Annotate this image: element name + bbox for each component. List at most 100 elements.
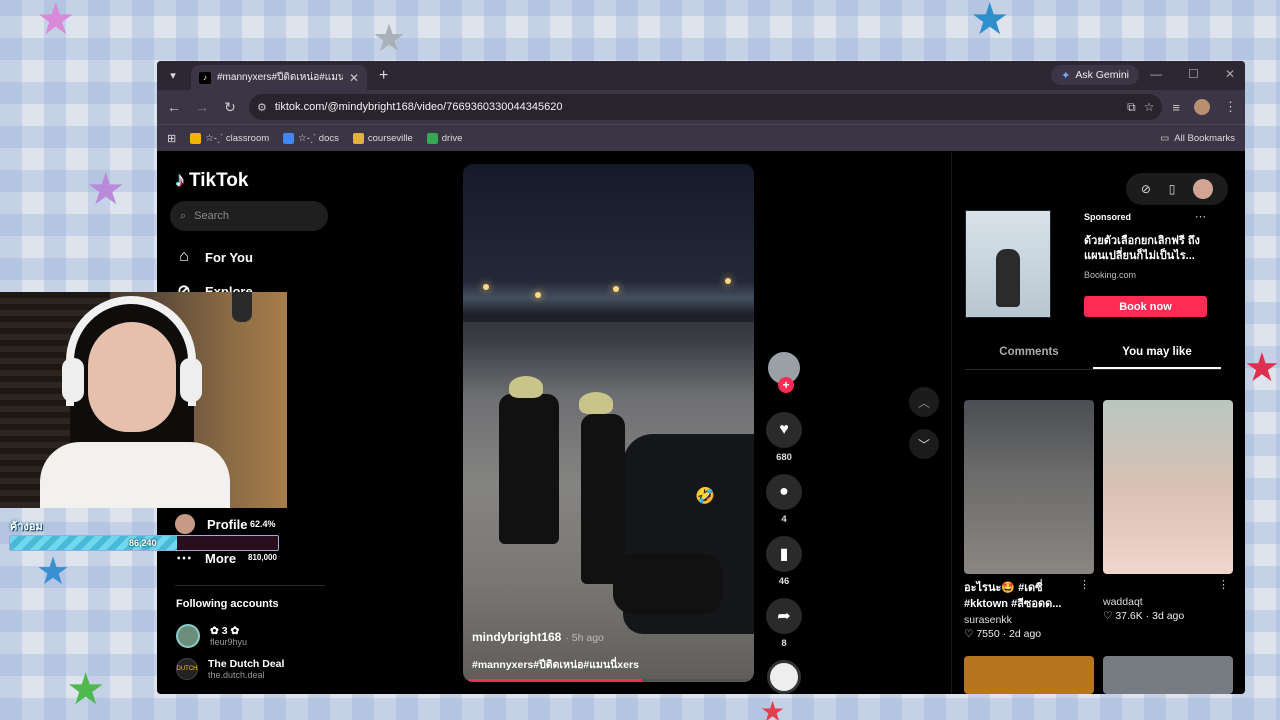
sidebar-item-label: For You xyxy=(205,249,253,265)
profile-avatar-icon[interactable] xyxy=(1194,99,1210,115)
video-time: · 5h ago xyxy=(565,632,604,644)
video-light xyxy=(725,278,731,284)
video-progress-bar[interactable] xyxy=(469,679,748,682)
url-field[interactable]: ⚙ tiktok.com/@mindybright168/video/76693… xyxy=(249,94,1163,120)
recommended-video-card[interactable] xyxy=(1103,656,1233,694)
card-more-icon[interactable]: ⋮ xyxy=(1218,578,1229,591)
open-in-app-icon[interactable]: ⧉ xyxy=(1127,100,1136,115)
home-icon: ⌂ xyxy=(179,248,189,265)
bookmark-star-icon[interactable]: ☆ xyxy=(1144,100,1155,114)
comment-button[interactable]: ● xyxy=(766,474,802,510)
next-video-button[interactable]: ﹀ xyxy=(909,429,939,459)
sidebar-divider xyxy=(175,585,325,586)
ad-domain: Booking.com xyxy=(1084,270,1137,280)
bookmark-drive[interactable]: drive xyxy=(426,132,463,144)
avatar xyxy=(176,624,200,648)
following-account[interactable]: ✿ 3 ✿ fleur9hyu xyxy=(176,624,247,648)
sponsored-label: Sponsored xyxy=(1084,212,1132,222)
card-more-icon[interactable]: ⋮ xyxy=(1079,578,1090,591)
sidebar-item-for-you[interactable]: ⌂ For You xyxy=(175,248,253,266)
star-decoration-icon: ★ xyxy=(1244,346,1280,390)
streamer-shirt xyxy=(40,442,230,508)
close-window-icon[interactable]: ✕ xyxy=(1225,67,1235,81)
url-text: tiktok.com/@mindybright168/video/7669360… xyxy=(274,101,563,113)
recommended-video-card[interactable] xyxy=(964,656,1094,694)
ad-more-icon[interactable]: ⋯ xyxy=(1195,210,1206,223)
forward-icon[interactable]: → xyxy=(193,99,211,115)
video-username: mindybright168 xyxy=(472,630,562,644)
avatar: DUTCH xyxy=(176,658,198,680)
video-thumbnail[interactable] xyxy=(964,656,1094,694)
tiktok-logo[interactable]: ♪ TikTok xyxy=(175,169,248,192)
bookmark-icon: ▮ xyxy=(779,546,789,563)
all-bookmarks-button[interactable]: ▭ All Bookmarks xyxy=(1160,133,1235,144)
share-button[interactable]: ➦ xyxy=(766,598,802,634)
courseville-icon xyxy=(352,132,364,144)
apps-grid-icon[interactable]: ⊞ xyxy=(167,132,176,145)
ask-gemini-button[interactable]: ✦ Ask Gemini xyxy=(1051,65,1139,85)
star-decoration-icon: ★ xyxy=(36,551,71,593)
star-decoration-icon: ★ xyxy=(372,18,407,60)
maximize-icon[interactable]: ☐ xyxy=(1188,67,1199,81)
headset-earcup xyxy=(62,358,84,402)
reading-list-icon[interactable]: ≡ xyxy=(1172,100,1180,115)
video-thumbnail[interactable] xyxy=(1103,400,1233,574)
tab-search-button[interactable]: ▾ xyxy=(161,65,185,87)
back-icon[interactable]: ← xyxy=(165,99,183,115)
previous-video-button[interactable]: ︿ xyxy=(909,387,939,417)
ad-thumbnail[interactable] xyxy=(965,210,1051,318)
close-tab-icon[interactable]: ✕ xyxy=(349,71,359,85)
card-author[interactable]: surasenkk xyxy=(964,614,1094,626)
ad-thumbnail-person xyxy=(996,249,1020,307)
menu-dots-icon[interactable]: ⋮ xyxy=(1224,99,1237,115)
bookmark-courseville[interactable]: courseville xyxy=(352,132,413,144)
bookmark-classroom[interactable]: ☆-ˏˋ classroom xyxy=(190,132,269,144)
video-thumbnail[interactable] xyxy=(964,400,1094,574)
music-disc-icon[interactable] xyxy=(767,660,801,694)
bookmark-docs[interactable]: ☆-ˏˋ docs xyxy=(283,132,339,144)
video-caption[interactable]: #mannyxers#ปีติดเหน่อ#แมนนี่xers xyxy=(472,656,639,673)
card-author[interactable]: waddaqt xyxy=(1103,596,1233,608)
new-tab-button[interactable]: + xyxy=(379,67,388,85)
bookmark-label: ☆-ˏˋ docs xyxy=(298,132,339,144)
laughing-emoji-icon: 🤣 xyxy=(695,488,715,505)
site-info-icon[interactable]: ⚙ xyxy=(257,101,267,114)
compass-icon[interactable]: ⊘ xyxy=(1141,182,1151,196)
tab-you-may-like[interactable]: You may like xyxy=(1093,340,1221,369)
book-now-button[interactable]: Book now xyxy=(1084,296,1207,317)
phone-icon[interactable]: ▯ xyxy=(1169,182,1176,196)
video-thumbnail[interactable] xyxy=(1103,656,1233,694)
like-button[interactable]: ♥ xyxy=(766,412,802,448)
address-bar: ← → ↻ ⚙ tiktok.com/@mindybright168/video… xyxy=(157,90,1245,124)
tab-bar: ▾ ♪ #mannyxers#ปีติดเหน่อ#แมนนี่xers ✕ +… xyxy=(157,61,1245,90)
following-account[interactable]: DUTCH The Dutch Deal the.dutch.deal xyxy=(176,658,284,680)
tiktok-favicon-icon: ♪ xyxy=(199,71,211,84)
reload-icon[interactable]: ↻ xyxy=(221,99,239,116)
card-title: อะไรนะ🤩 #เดซี่ #kktown #ลีซอดด... xyxy=(964,582,1062,610)
video-author[interactable]: mindybright168 · 5h ago xyxy=(472,630,604,644)
tab-active[interactable]: ♪ #mannyxers#ปีติดเหน่อ#แมนนี่xers ✕ xyxy=(191,65,367,90)
goal-label: ค้างอม xyxy=(10,521,43,533)
creator-avatar[interactable]: + xyxy=(766,350,802,393)
recommended-video-card[interactable]: ⋮ waddaqt ♡ 37.6K · 3d ago xyxy=(1103,400,1233,622)
window-controls: — ☐ ✕ xyxy=(1150,67,1235,81)
recommended-video-card[interactable]: ⋮ อะไรนะ🤩 #เดซี่ #kktown #ลีซอดด... sura… xyxy=(964,400,1094,640)
goal-percent: 62.4% xyxy=(250,519,276,529)
search-input[interactable]: ⌕ Search xyxy=(170,201,328,231)
follow-plus-icon[interactable]: + xyxy=(778,377,794,393)
tab-comments[interactable]: Comments xyxy=(965,340,1093,369)
account-handle: the.dutch.deal xyxy=(208,670,265,680)
video-character xyxy=(613,554,723,614)
minimize-icon[interactable]: — xyxy=(1150,67,1162,81)
user-avatar[interactable] xyxy=(1193,179,1214,199)
ad-title: ด้วยตัวเลือกยกเลิกฟรี ถึงแผนเปลี่ยนก็ไม่… xyxy=(1084,235,1200,262)
video-player[interactable]: 🤣 mindybright168 · 5h ago #mannyxers#ปีติ… xyxy=(463,164,754,682)
bookmark-label: drive xyxy=(441,132,463,144)
bookmarks-bar: ⊞ ☆-ˏˋ classroom ☆-ˏˋ docs courseville d… xyxy=(157,124,1245,151)
save-button[interactable]: ▮ xyxy=(766,536,802,572)
star-decoration-icon: ★ xyxy=(36,0,76,44)
video-character-hat xyxy=(579,392,613,414)
right-panel-tabs: Comments You may like xyxy=(965,340,1221,370)
goal-value: 86,240 xyxy=(129,538,157,548)
action-rail: + ♥ 680 ● 4 ▮ 46 ➦ 8 xyxy=(764,350,804,694)
